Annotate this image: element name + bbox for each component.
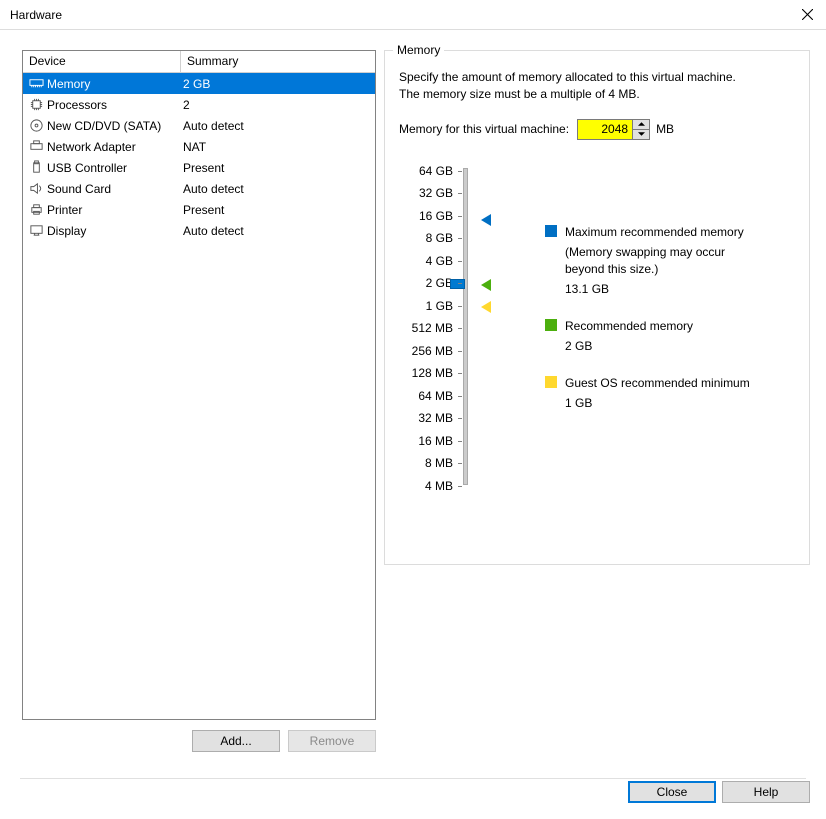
summary-label: Present: [183, 161, 375, 175]
sound-icon: [27, 181, 45, 196]
usb-icon: [27, 160, 45, 175]
device-label: Sound Card: [47, 182, 183, 196]
memory-icon: [27, 76, 45, 91]
summary-label: Present: [183, 203, 375, 217]
network-icon: [27, 139, 45, 154]
yellow-square-icon: [545, 376, 557, 388]
rec-marker-icon: [481, 279, 491, 294]
summary-label: Auto detect: [183, 119, 375, 133]
table-row-network[interactable]: Network Adapter NAT: [23, 136, 375, 157]
spin-down-icon[interactable]: [633, 130, 649, 139]
device-label: Memory: [47, 77, 183, 91]
window-title: Hardware: [10, 8, 62, 22]
table-row-processors[interactable]: Processors 2: [23, 94, 375, 115]
disc-icon: [27, 118, 45, 133]
device-label: Printer: [47, 203, 183, 217]
column-header-summary[interactable]: Summary: [181, 51, 375, 72]
titlebar: Hardware: [0, 0, 826, 30]
blue-square-icon: [545, 225, 557, 237]
summary-label: 2: [183, 98, 375, 112]
memory-description: Specify the amount of memory allocated t…: [399, 69, 795, 103]
summary-label: 2 GB: [183, 77, 375, 91]
groupbox-legend: Memory: [393, 43, 444, 57]
device-label: New CD/DVD (SATA): [47, 119, 183, 133]
legend-max-value: 13.1 GB: [565, 282, 760, 296]
memory-input-label: Memory for this virtual machine:: [399, 122, 569, 136]
device-label: USB Controller: [47, 161, 183, 175]
max-marker-icon: [481, 214, 491, 229]
add-button[interactable]: Add...: [192, 730, 280, 752]
table-row-printer[interactable]: Printer Present: [23, 199, 375, 220]
summary-label: NAT: [183, 140, 375, 154]
summary-label: Auto detect: [183, 224, 375, 238]
remove-button: Remove: [288, 730, 376, 752]
cpu-icon: [27, 97, 45, 112]
legend-min-value: 1 GB: [565, 396, 760, 410]
column-header-device[interactable]: Device: [23, 51, 181, 72]
memory-spinbox[interactable]: [577, 119, 650, 140]
legend-max-label: Maximum recommended memory: [565, 224, 744, 241]
device-label: Processors: [47, 98, 183, 112]
close-button[interactable]: Close: [628, 781, 716, 803]
legend-rec-value: 2 GB: [565, 339, 760, 353]
memory-groupbox: Memory Specify the amount of memory allo…: [384, 50, 810, 565]
memory-slider[interactable]: [459, 168, 473, 484]
table-row-cddvd[interactable]: New CD/DVD (SATA) Auto detect: [23, 115, 375, 136]
help-button[interactable]: Help: [722, 781, 810, 803]
device-label: Display: [47, 224, 183, 238]
printer-icon: [27, 202, 45, 217]
table-row-sound[interactable]: Sound Card Auto detect: [23, 178, 375, 199]
display-icon: [27, 223, 45, 238]
memory-input[interactable]: [578, 120, 632, 139]
table-row-usb[interactable]: USB Controller Present: [23, 157, 375, 178]
legend-rec-label: Recommended memory: [565, 318, 693, 335]
legend-min-label: Guest OS recommended minimum: [565, 375, 750, 392]
table-row-memory[interactable]: Memory 2 GB: [23, 73, 375, 94]
device-table: Device Summary Memory 2 GB Processors 2 …: [22, 50, 376, 720]
spin-up-icon[interactable]: [633, 120, 649, 130]
min-marker-icon: [481, 301, 491, 316]
summary-label: Auto detect: [183, 182, 375, 196]
slider-tick-labels: 64 GB 32 GB 16 GB 8 GB 4 GB 2 GB 1 GB 51…: [399, 164, 459, 502]
memory-unit: MB: [656, 122, 674, 136]
device-label: Network Adapter: [47, 140, 183, 154]
legend-max-note: (Memory swapping may occur beyond this s…: [565, 244, 760, 278]
table-row-display[interactable]: Display Auto detect: [23, 220, 375, 241]
green-square-icon: [545, 319, 557, 331]
close-icon[interactable]: [796, 4, 818, 26]
